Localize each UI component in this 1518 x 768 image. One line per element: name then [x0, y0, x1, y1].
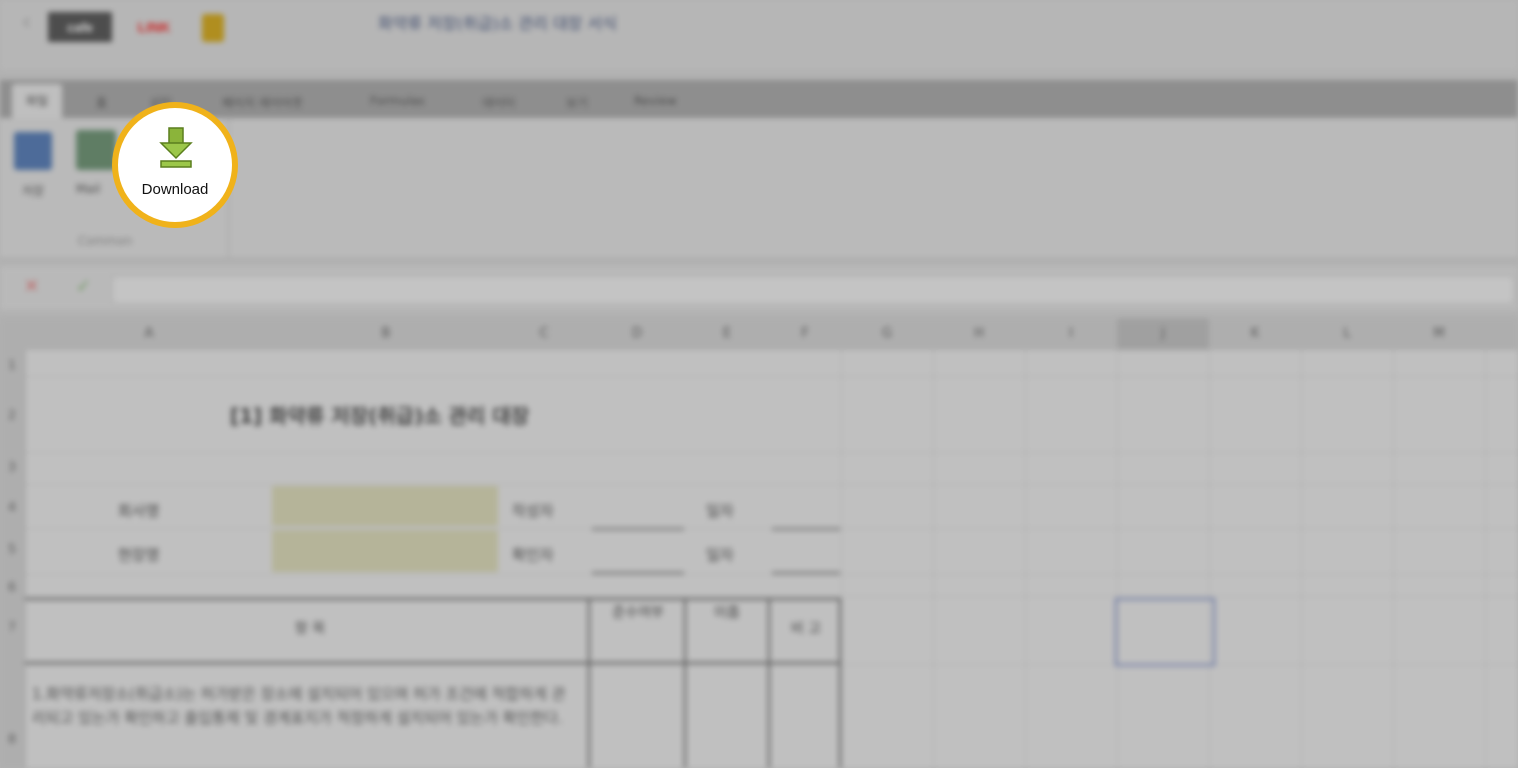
dim-overlay: [0, 0, 1518, 768]
download-arrow-icon[interactable]: [158, 126, 194, 170]
download-button-label[interactable]: Download: [120, 181, 230, 198]
